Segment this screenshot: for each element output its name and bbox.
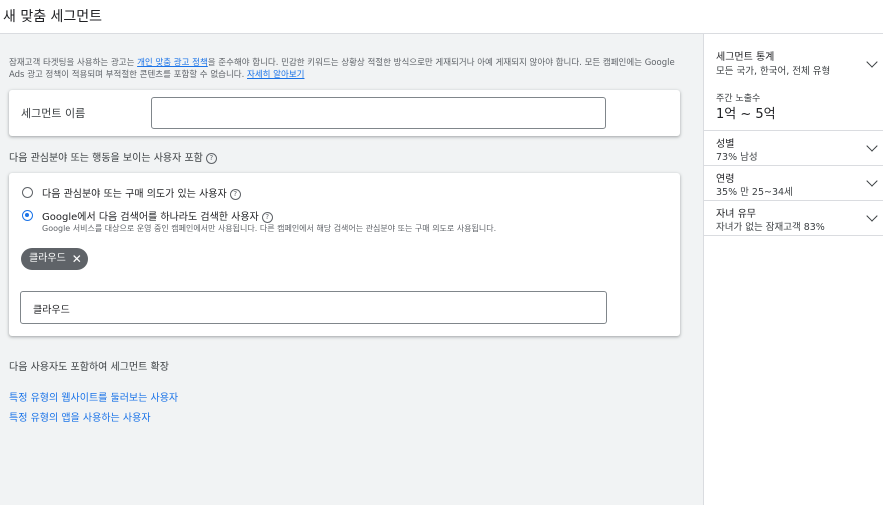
chevron-down-icon[interactable] (866, 56, 878, 68)
policy-notice: 잠재고객 타겟팅을 사용하는 광고는 개인 맞춤 광고 정책을 준수해야 합니다… (9, 57, 689, 81)
keyword-input[interactable]: 클라우드 (20, 291, 607, 324)
include-label-text: 다음 관심분야 또는 행동을 보이는 사용자 포함 (9, 153, 203, 164)
age-section[interactable]: 연령 35% 만 25~34세 (704, 166, 883, 201)
chevron-down-icon[interactable] (866, 210, 878, 222)
reach-value: 1억 ~ 5억 (716, 107, 776, 122)
option-interest-text: 다음 관심분야 또는 구매 의도가 있는 사용자 (42, 189, 227, 200)
stats-section[interactable]: 세그먼트 통계 모든 국가, 한국어, 전체 유형 주간 노출수 1억 ~ 5억 (704, 34, 883, 131)
option-search-label: Google에서 다음 검색어를 하나라도 검색한 사용자? (42, 208, 273, 223)
segment-stats-sidebar: 세그먼트 통계 모든 국가, 한국어, 전체 유형 주간 노출수 1억 ~ 5억… (703, 34, 883, 505)
main-panel: 잠재고객 타겟팅을 사용하는 광고는 개인 맞춤 광고 정책을 준수해야 합니다… (0, 34, 703, 505)
keyword-chip: 클라우드 ✕ (21, 248, 88, 270)
expand-apps-link[interactable]: 특정 유형의 앱을 사용하는 사용자 (9, 409, 151, 424)
option-search-description: Google 서비스를 대상으로 운영 중인 캠페인에서만 사용됩니다. 다른 … (42, 224, 497, 233)
include-label: 다음 관심분야 또는 행동을 보이는 사용자 포함? (9, 149, 217, 164)
segment-name-card: 세그먼트 이름 (9, 90, 680, 136)
option-interest-label: 다음 관심분야 또는 구매 의도가 있는 사용자? (42, 185, 241, 200)
keyword-chip-label: 클라우드 (29, 253, 66, 264)
chevron-down-icon[interactable] (866, 175, 878, 187)
page-title: 새 맞춤 세그먼트 (3, 9, 103, 25)
gender-value: 73% 남성 (716, 152, 758, 163)
expand-websites-link[interactable]: 특정 유형의 웹사이트를 둘러보는 사용자 (9, 389, 178, 404)
radio-search[interactable] (22, 210, 33, 221)
gender-title: 성별 (716, 139, 735, 150)
help-icon[interactable]: ? (205, 152, 217, 164)
expand-label: 다음 사용자도 포함하여 세그먼트 확장 (9, 362, 169, 373)
parental-value: 자녀가 없는 잠재고객 83% (716, 222, 825, 233)
gender-section[interactable]: 성별 73% 남성 (704, 131, 883, 166)
options-card: 다음 관심분야 또는 구매 의도가 있는 사용자? Google에서 다음 검색… (9, 173, 680, 336)
remove-chip-icon[interactable]: ✕ (72, 248, 82, 270)
age-title: 연령 (716, 174, 735, 185)
stats-value: 모든 국가, 한국어, 전체 유형 (716, 66, 831, 77)
learn-more-link[interactable]: 자세히 알아보기 (247, 70, 304, 80)
notice-text-before: 잠재고객 타겟팅을 사용하는 광고는 (9, 58, 138, 68)
chevron-down-icon[interactable] (866, 140, 878, 152)
keyword-input-value: 클라우드 (33, 305, 70, 316)
help-icon[interactable]: ? (229, 188, 241, 200)
radio-interest[interactable] (22, 187, 33, 198)
option-search-text: Google에서 다음 검색어를 하나라도 검색한 사용자 (42, 212, 259, 223)
stats-title: 세그먼트 통계 (716, 52, 775, 63)
help-icon[interactable]: ? (261, 211, 273, 223)
page-header: 새 맞춤 세그먼트 (0, 0, 883, 34)
age-value: 35% 만 25~34세 (716, 187, 793, 198)
parental-section[interactable]: 자녀 유무 자녀가 없는 잠재고객 83% (704, 201, 883, 236)
segment-name-label: 세그먼트 이름 (21, 107, 86, 120)
policy-link[interactable]: 개인 맞춤 광고 정책 (137, 58, 208, 68)
segment-name-input[interactable] (151, 97, 606, 129)
parental-title: 자녀 유무 (716, 209, 756, 220)
